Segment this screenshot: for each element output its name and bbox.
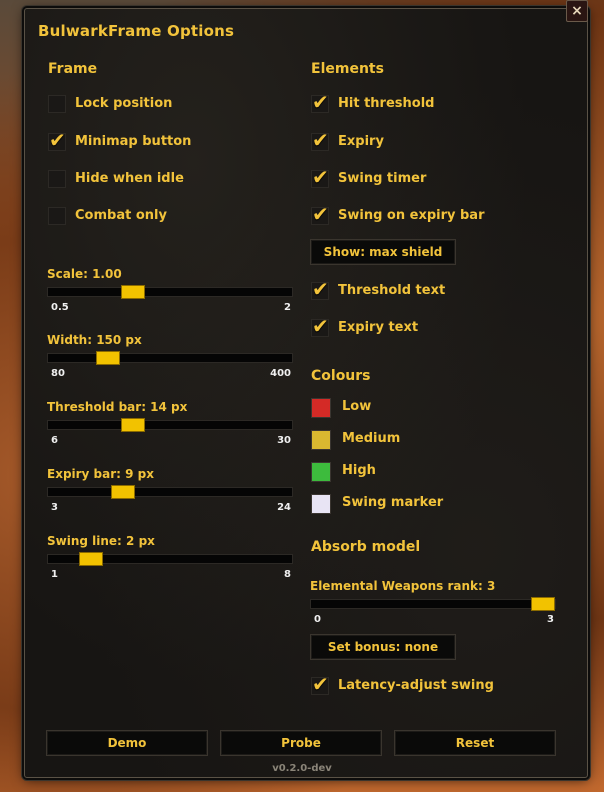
check-icon: ✔ <box>312 277 329 301</box>
slider-scale[interactable]: Scale: 1.00 0.5 2 <box>47 267 293 313</box>
options-window <box>24 8 588 778</box>
window-title: BulwarkFrame Options <box>38 22 235 40</box>
close-button[interactable]: × <box>566 0 588 22</box>
slider-min-label: 6 <box>51 435 58 446</box>
slider-track[interactable] <box>47 285 293 299</box>
slider-thumb[interactable] <box>96 351 120 365</box>
slider-max-label: 2 <box>284 302 291 313</box>
slider-width[interactable]: Width: 150 px 80 400 <box>47 333 293 379</box>
checkbox-label: Combat only <box>75 208 167 223</box>
checkbox-label: Lock position <box>75 96 173 111</box>
slider-label: Expiry bar: 9 px <box>47 467 154 481</box>
show-mode-button[interactable]: Show: max shield <box>310 239 456 265</box>
elements-header: Elements <box>311 61 384 77</box>
slider-track[interactable] <box>47 351 293 365</box>
slider-track[interactable] <box>310 597 556 611</box>
slider-track[interactable] <box>47 485 293 499</box>
check-icon: ✔ <box>312 128 329 152</box>
slider-thumb[interactable] <box>121 285 145 299</box>
check-icon: ✔ <box>312 672 329 696</box>
slider-thumb[interactable] <box>531 597 555 611</box>
slider-expiry-bar[interactable]: Expiry bar: 9 px 3 24 <box>47 467 293 513</box>
slider-elemental-weapons-rank[interactable]: Elemental Weapons rank: 3 0 3 <box>310 579 556 625</box>
slider-max-label: 8 <box>284 569 291 580</box>
version-label: v0.2.0-dev <box>272 763 332 774</box>
absorb-header: Absorb model <box>311 539 421 555</box>
slider-track[interactable] <box>47 552 293 566</box>
colours-header: Colours <box>311 368 371 384</box>
check-icon: ✔ <box>312 314 329 338</box>
checkbox-label: Hide when idle <box>75 171 184 186</box>
colour-label: Swing marker <box>342 495 444 510</box>
check-icon: ✔ <box>312 202 329 226</box>
slider-track[interactable] <box>47 418 293 432</box>
slider-min-label: 0 <box>314 614 321 625</box>
set-bonus-button[interactable]: Set bonus: none <box>310 634 456 660</box>
colour-label: Low <box>342 399 372 414</box>
slider-thumb[interactable] <box>121 418 145 432</box>
check-icon: ✔ <box>49 128 66 152</box>
slider-label: Elemental Weapons rank: 3 <box>310 579 496 593</box>
checkbox-box[interactable] <box>48 207 66 225</box>
checkbox-box[interactable] <box>48 170 66 188</box>
checkbox-label: Threshold text <box>338 283 446 298</box>
frame-header: Frame <box>48 61 98 77</box>
slider-thumb[interactable] <box>79 552 103 566</box>
close-icon: × <box>571 3 583 19</box>
colour-swatch[interactable] <box>311 462 331 482</box>
colour-label: Medium <box>342 431 401 446</box>
slider-max-label: 3 <box>547 614 554 625</box>
checkbox-label: Swing on expiry bar <box>338 208 485 223</box>
slider-swing-line[interactable]: Swing line: 2 px 1 8 <box>47 534 293 580</box>
colour-swatch[interactable] <box>311 430 331 450</box>
checkbox-label: Swing timer <box>338 171 427 186</box>
slider-label: Scale: 1.00 <box>47 267 122 281</box>
probe-button[interactable]: Probe <box>220 730 382 756</box>
slider-min-label: 0.5 <box>51 302 69 313</box>
slider-thumb[interactable] <box>111 485 135 499</box>
reset-button[interactable]: Reset <box>394 730 556 756</box>
slider-min-label: 3 <box>51 502 58 513</box>
checkbox-label: Expiry <box>338 134 384 149</box>
colour-label: High <box>342 463 376 478</box>
slider-max-label: 400 <box>270 368 291 379</box>
checkbox-label: Expiry text <box>338 320 419 335</box>
colour-swatch[interactable] <box>311 494 331 514</box>
checkbox-label: Minimap button <box>75 134 192 149</box>
slider-label: Width: 150 px <box>47 333 142 347</box>
slider-threshold-bar[interactable]: Threshold bar: 14 px 6 30 <box>47 400 293 446</box>
slider-label: Threshold bar: 14 px <box>47 400 188 414</box>
checkbox-label: Latency-adjust swing <box>338 678 494 693</box>
checkbox-box[interactable] <box>48 95 66 113</box>
slider-max-label: 30 <box>277 435 291 446</box>
slider-label: Swing line: 2 px <box>47 534 155 548</box>
slider-min-label: 80 <box>51 368 65 379</box>
slider-max-label: 24 <box>277 502 291 513</box>
demo-button[interactable]: Demo <box>46 730 208 756</box>
check-icon: ✔ <box>312 90 329 114</box>
check-icon: ✔ <box>312 165 329 189</box>
colour-swatch[interactable] <box>311 398 331 418</box>
slider-min-label: 1 <box>51 569 58 580</box>
checkbox-label: Hit threshold <box>338 96 435 111</box>
